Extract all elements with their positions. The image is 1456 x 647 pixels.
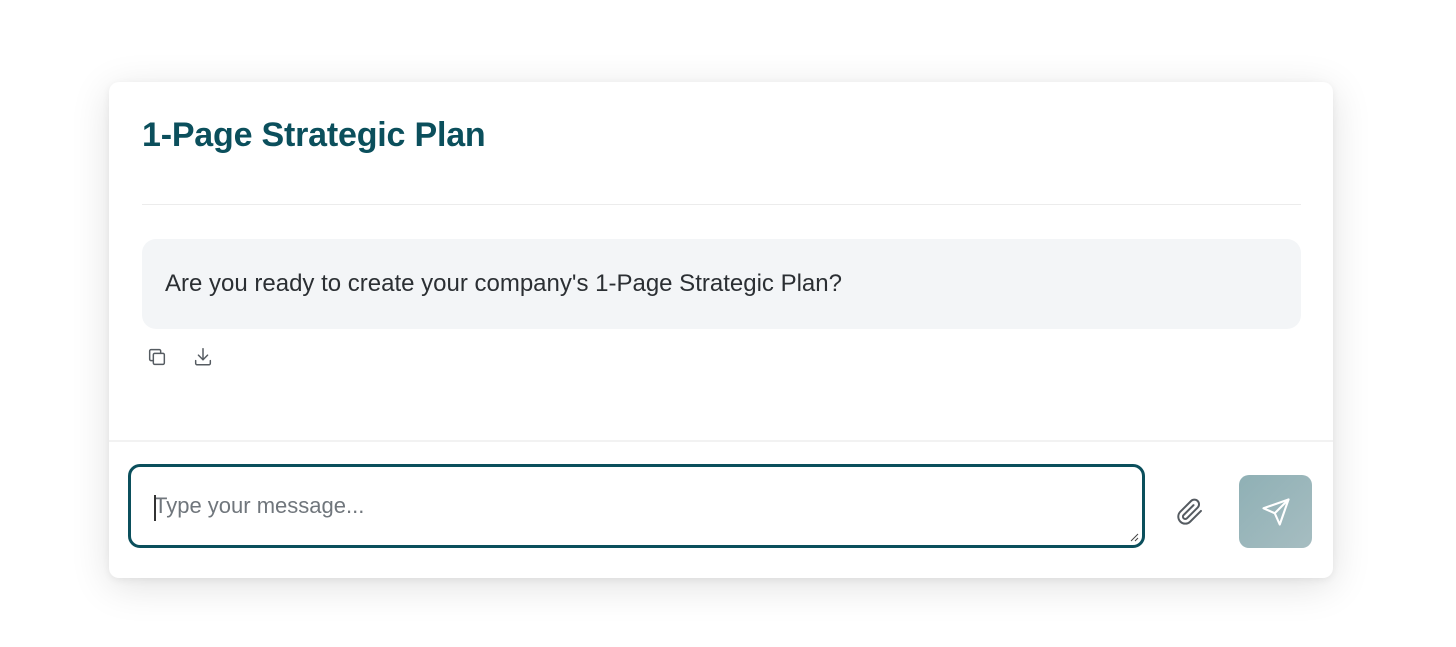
paperclip-icon (1177, 498, 1202, 525)
resize-handle-icon[interactable] (1129, 532, 1139, 542)
chat-card: 1-Page Strategic Plan Are you ready to c… (109, 82, 1333, 578)
header-divider (142, 204, 1301, 205)
send-button[interactable] (1239, 475, 1312, 548)
assistant-message-bubble: Are you ready to create your company's 1… (142, 239, 1301, 329)
attach-file-button[interactable] (1175, 496, 1205, 528)
message-input[interactable] (131, 467, 1142, 545)
assistant-message-text: Are you ready to create your company's 1… (165, 270, 842, 297)
page-title: 1-Page Strategic Plan (142, 116, 486, 154)
download-icon (194, 348, 212, 366)
message-actions (145, 345, 215, 369)
copy-icon (148, 348, 166, 366)
composer-divider (109, 440, 1333, 442)
copy-button[interactable] (145, 345, 169, 369)
download-button[interactable] (191, 345, 215, 369)
message-input-container (128, 464, 1145, 548)
text-caret (154, 495, 156, 521)
send-icon (1261, 497, 1290, 526)
